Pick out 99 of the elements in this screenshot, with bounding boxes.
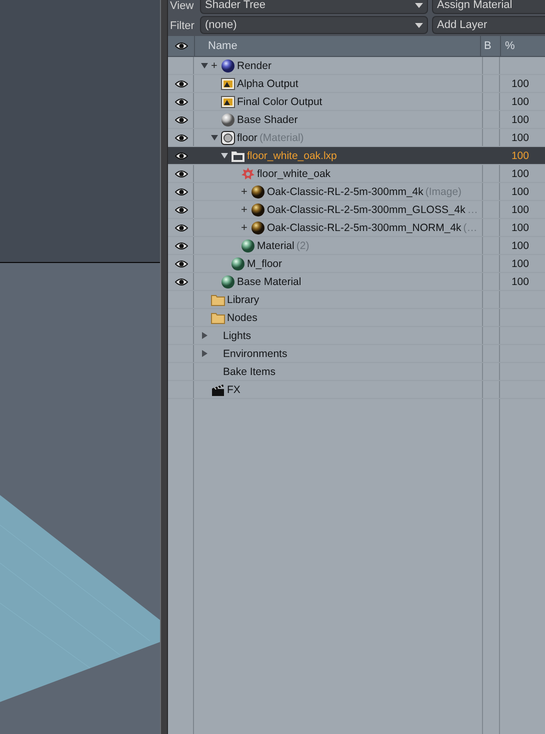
folder-icon: [211, 294, 225, 306]
expand-arrow-icon[interactable]: [201, 350, 208, 357]
collapse-arrow-icon[interactable]: [211, 134, 218, 141]
opacity-value: 100: [510, 204, 530, 216]
mask-icon: [221, 130, 235, 144]
collapse-arrow-icon[interactable]: [221, 152, 228, 159]
gear-icon: [241, 166, 255, 180]
item-name: Bake Items: [223, 366, 276, 378]
eye-icon: [174, 224, 188, 232]
item-name: Oak-Classic-RL-2-5m-300mm_GLOSS_4k: [267, 204, 466, 216]
tree-row[interactable]: Environments: [168, 345, 545, 363]
eye-icon: [174, 206, 188, 214]
item-name: Nodes: [227, 312, 258, 324]
folder-icon: [211, 312, 225, 324]
sphere-icon: [251, 202, 265, 216]
item-name: Oak-Classic-RL-2-5m-300mm_NORM_4k: [267, 222, 462, 234]
eye-icon: [174, 260, 188, 268]
eye-icon: [174, 42, 188, 50]
sphere-icon: [231, 256, 245, 270]
folder-icon: [231, 148, 245, 162]
column-header[interactable]: %: [500, 36, 545, 56]
tree-row[interactable]: Final Color Output 100: [168, 93, 545, 111]
item-name: Base Shader: [237, 114, 298, 126]
expand-button[interactable]: +: [241, 222, 249, 234]
expand-arrow-icon[interactable]: [201, 332, 208, 339]
eye-icon: [174, 278, 188, 286]
panel-splitter[interactable]: [160, 0, 168, 734]
view-label: View: [170, 0, 195, 14]
tree-row[interactable]: Nodes: [168, 309, 545, 327]
sphere-icon: [221, 274, 235, 288]
opacity-value: 100: [510, 96, 530, 108]
view-dropdown[interactable]: Shader Tree: [200, 0, 428, 14]
item-name: M_floor: [247, 258, 282, 270]
expand-button[interactable]: +: [241, 204, 249, 216]
caret-icon: [415, 22, 423, 28]
tree-row[interactable]: Base Shader 100: [168, 111, 545, 129]
image-icon: [221, 76, 235, 90]
sphere-icon: [221, 58, 235, 72]
item-name: Environments: [223, 348, 288, 360]
filter-label: Filter: [170, 19, 196, 34]
tree-row[interactable]: Lights: [168, 327, 545, 345]
expand-button[interactable]: +: [211, 60, 219, 72]
item-name: Render: [237, 60, 272, 72]
opacity-value: 100: [510, 276, 530, 288]
opacity-value: 100: [510, 150, 530, 162]
opacity-value: 100: [510, 132, 530, 144]
column-header[interactable]: Name: [195, 36, 480, 56]
opacity-value: 100: [510, 240, 530, 252]
item-name: Library: [227, 294, 260, 306]
tree-row[interactable]: FX: [168, 381, 545, 399]
opacity-value: 100: [510, 222, 530, 234]
opacity-value: 100: [510, 78, 530, 90]
add-layer-button[interactable]: Add Layer: [432, 16, 545, 34]
item-name: floor_white_oak.lxp: [247, 150, 337, 162]
image-icon: [221, 94, 235, 108]
eye-icon: [174, 152, 188, 160]
item-name: Base Material: [237, 276, 302, 288]
tree-row[interactable]: Bake Items: [168, 363, 545, 381]
item-name: Lights: [223, 330, 252, 342]
item-name: FX: [227, 384, 240, 396]
eye-icon: [174, 170, 188, 178]
item-name: Material: [257, 240, 294, 252]
tree-row[interactable]: M_floor 100: [168, 255, 545, 273]
opacity-value: 100: [510, 114, 530, 126]
item-name: Final Color Output: [237, 96, 322, 108]
opacity-value: 100: [510, 168, 530, 180]
tree-row[interactable]: + Oak-Classic-RL-2-5m-300mm_GLOSS_4k … 100: [168, 201, 545, 219]
tree-row[interactable]: floor_white_oak.lxp 100: [168, 147, 545, 165]
eye-icon: [174, 134, 188, 142]
opacity-value: 100: [510, 186, 530, 198]
item-name: Alpha Output: [237, 78, 298, 90]
opacity-value: 100: [510, 258, 530, 270]
item-name: floor: [237, 132, 258, 144]
tree-row[interactable]: floor_white_oak 100: [168, 165, 545, 183]
tree-row[interactable]: + Oak-Classic-RL-2-5m-300mm_NORM_4k (… 100: [168, 219, 545, 237]
item-name: floor_white_oak: [257, 168, 331, 180]
column-header[interactable]: B: [480, 36, 500, 56]
eye-icon: [174, 188, 188, 196]
sphere-icon: [251, 184, 265, 198]
tree-row[interactable]: + Render: [168, 57, 545, 75]
filter-dropdown[interactable]: (none): [200, 16, 428, 34]
clapperboard-icon: [211, 382, 225, 396]
tree-row[interactable]: Alpha Output 100: [168, 75, 545, 93]
sphere-icon: [241, 238, 255, 252]
eye-icon: [174, 98, 188, 106]
caret-icon: [415, 2, 423, 8]
eye-icon: [174, 80, 188, 88]
sphere-icon: [251, 220, 265, 234]
tree-row[interactable]: Base Material 100: [168, 273, 545, 291]
sphere-icon: [221, 112, 235, 126]
assign-material-button[interactable]: Assign Material: [432, 0, 545, 14]
item-type: (…: [463, 222, 478, 234]
collapse-arrow-icon[interactable]: [201, 62, 208, 69]
eye-icon: [174, 242, 188, 250]
tree-row[interactable]: Library: [168, 291, 545, 309]
item-name: Oak-Classic-RL-2-5m-300mm_4k: [267, 186, 424, 198]
eye-icon: [174, 116, 188, 124]
expand-button[interactable]: +: [241, 186, 249, 198]
item-type: …: [467, 204, 478, 216]
